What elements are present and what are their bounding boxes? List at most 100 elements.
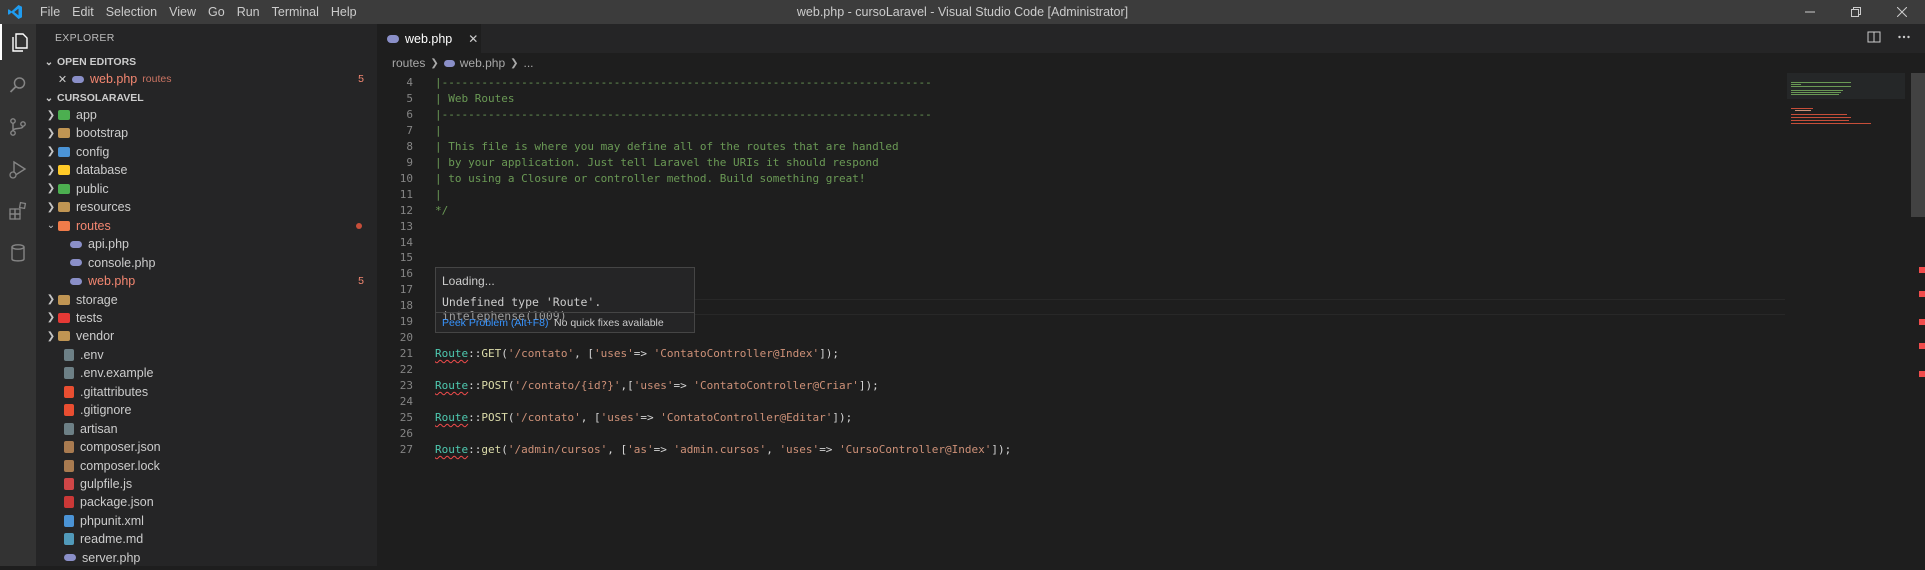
code-line: Route::get('/admin/cursos', ['as'=> 'adm… bbox=[435, 442, 1012, 456]
peek-problem-link[interactable]: Peek Problem (Alt+F8) bbox=[442, 317, 549, 329]
more-actions-icon[interactable] bbox=[1897, 30, 1911, 44]
menu-view[interactable]: View bbox=[163, 0, 202, 24]
tree-folder[interactable]: ❯ vendor bbox=[36, 327, 377, 345]
code-editor[interactable]: 4 |--------------------------------------… bbox=[377, 73, 1787, 566]
tree-folder[interactable]: ❯ tests bbox=[36, 309, 377, 327]
explorer-title: EXPLORER bbox=[55, 32, 115, 44]
tree-item-label: resources bbox=[76, 200, 131, 215]
tree-file[interactable]: server.php bbox=[36, 549, 377, 567]
minimize-button[interactable] bbox=[1787, 0, 1833, 24]
git-file-icon bbox=[64, 385, 74, 398]
tree-file[interactable]: .env bbox=[36, 346, 377, 364]
project-header[interactable]: ⌄ CURSOLARAVEL bbox=[36, 88, 377, 108]
close-window-button[interactable] bbox=[1879, 0, 1925, 24]
line-number: 19 bbox=[399, 315, 413, 329]
code-line: |---------------------------------------… bbox=[435, 76, 932, 89]
tree-file[interactable]: composer.lock bbox=[36, 457, 377, 475]
tree-file[interactable]: .gitattributes bbox=[36, 383, 377, 401]
split-editor-icon[interactable] bbox=[1867, 30, 1881, 44]
tree-file[interactable]: composer.json bbox=[36, 438, 377, 456]
run-debug-activity[interactable] bbox=[0, 151, 36, 187]
tree-folder[interactable]: ❯ public bbox=[36, 180, 377, 198]
activity-bar bbox=[0, 24, 36, 566]
vertical-scrollbar[interactable] bbox=[1911, 73, 1925, 566]
code-line: Route::GET('/contato', ['uses'=> 'Contat… bbox=[435, 347, 840, 361]
extensions-activity[interactable] bbox=[0, 193, 36, 229]
line-number: 20 bbox=[399, 331, 413, 345]
php-file-icon bbox=[443, 59, 455, 67]
tree-folder[interactable]: ❯ app bbox=[36, 106, 377, 124]
tree-item-label: bootstrap bbox=[76, 126, 129, 141]
minimap[interactable] bbox=[1787, 73, 1905, 566]
php-file-icon bbox=[70, 240, 82, 248]
tree-folder[interactable]: ❯ config bbox=[36, 143, 377, 161]
open-editors-header[interactable]: ⌄ OPEN EDITORS bbox=[36, 52, 377, 72]
breadcrumb: routes ❯ web.php ❯ ... bbox=[377, 53, 1925, 73]
tree-item-label: config bbox=[76, 144, 110, 159]
tree-item-label: database bbox=[76, 163, 128, 178]
line-number: 15 bbox=[399, 251, 413, 265]
tabs-bar: web.php ✕ bbox=[377, 24, 1925, 53]
folder-icon bbox=[58, 165, 70, 176]
close-icon[interactable]: ✕ bbox=[56, 73, 69, 86]
menu-go[interactable]: Go bbox=[202, 0, 231, 24]
search-activity[interactable] bbox=[0, 67, 36, 103]
menu-run[interactable]: Run bbox=[231, 0, 266, 24]
tree-folder[interactable]: ❯ bootstrap bbox=[36, 124, 377, 142]
menu-edit[interactable]: Edit bbox=[66, 0, 100, 24]
tree-file[interactable]: package.json bbox=[36, 493, 377, 511]
tree-file[interactable]: .gitignore bbox=[36, 401, 377, 419]
chevron-right-icon: ❯ bbox=[46, 146, 56, 158]
tree-file[interactable]: console.php bbox=[36, 254, 377, 272]
explorer-sidebar: EXPLORER ⌄ OPEN EDITORS ✕ web.php routes… bbox=[36, 24, 377, 566]
breadcrumb-folder[interactable]: routes bbox=[392, 56, 425, 70]
line-number: 10 bbox=[399, 171, 413, 185]
tree-folder[interactable]: ❯ storage bbox=[36, 291, 377, 309]
menu-file[interactable]: File bbox=[34, 0, 66, 24]
phpunit-file-icon bbox=[64, 514, 74, 527]
tree-file[interactable]: readme.md bbox=[36, 530, 377, 548]
tree-file[interactable]: phpunit.xml bbox=[36, 512, 377, 530]
restore-button[interactable] bbox=[1833, 0, 1879, 24]
tree-folder[interactable]: ❯ database bbox=[36, 161, 377, 179]
line-number: 17 bbox=[399, 283, 413, 297]
file-file-icon bbox=[64, 367, 74, 380]
file-file-icon bbox=[64, 422, 74, 435]
editor-area: web.php ✕ routes ❯ web.php ❯ ... 4 |-----… bbox=[377, 24, 1925, 566]
chevron-right-icon: ❯ bbox=[46, 312, 56, 324]
open-editor-item[interactable]: ✕ web.php routes 5 bbox=[36, 70, 377, 88]
tree-file[interactable]: web.php 5 bbox=[36, 272, 377, 290]
database-activity[interactable] bbox=[0, 235, 36, 271]
tree-file[interactable]: api.php bbox=[36, 235, 377, 253]
breadcrumb-file[interactable]: web.php bbox=[460, 56, 505, 70]
chevron-right-icon: ❯ bbox=[46, 201, 56, 213]
tree-item-label: vendor bbox=[76, 329, 115, 344]
code-line: | Web Routes bbox=[435, 91, 515, 105]
tree-file[interactable]: .env.example bbox=[36, 364, 377, 382]
tree-item-label: .env bbox=[80, 347, 104, 362]
overview-ruler bbox=[1911, 73, 1925, 377]
hover-divider bbox=[436, 312, 694, 313]
composer-file-icon bbox=[64, 459, 74, 472]
problems-badge: 5 bbox=[358, 73, 364, 85]
chevron-down-icon: ⌄ bbox=[46, 220, 56, 232]
line-number: 5 bbox=[406, 91, 413, 105]
problems-badge: 5 bbox=[358, 275, 364, 288]
menu-help[interactable]: Help bbox=[325, 0, 363, 24]
tree-file[interactable]: artisan bbox=[36, 420, 377, 438]
php-file-icon bbox=[70, 277, 82, 285]
explorer-activity[interactable] bbox=[0, 24, 36, 60]
tab-web-php[interactable]: web.php ✕ bbox=[377, 24, 481, 53]
source-control-activity[interactable] bbox=[0, 109, 36, 145]
breadcrumb-symbol[interactable]: ... bbox=[524, 56, 534, 70]
tree-folder[interactable]: ❯ resources bbox=[36, 198, 377, 216]
menu-terminal[interactable]: Terminal bbox=[266, 0, 325, 24]
code-line: */ bbox=[435, 203, 449, 217]
folder-icon bbox=[58, 110, 70, 120]
close-icon[interactable]: ✕ bbox=[468, 32, 478, 46]
menu-selection[interactable]: Selection bbox=[100, 0, 163, 24]
line-number: 16 bbox=[399, 267, 413, 281]
tree-folder[interactable]: ⌄ routes bbox=[36, 217, 377, 235]
files-icon bbox=[12, 33, 28, 52]
tree-file[interactable]: gulpfile.js bbox=[36, 475, 377, 493]
